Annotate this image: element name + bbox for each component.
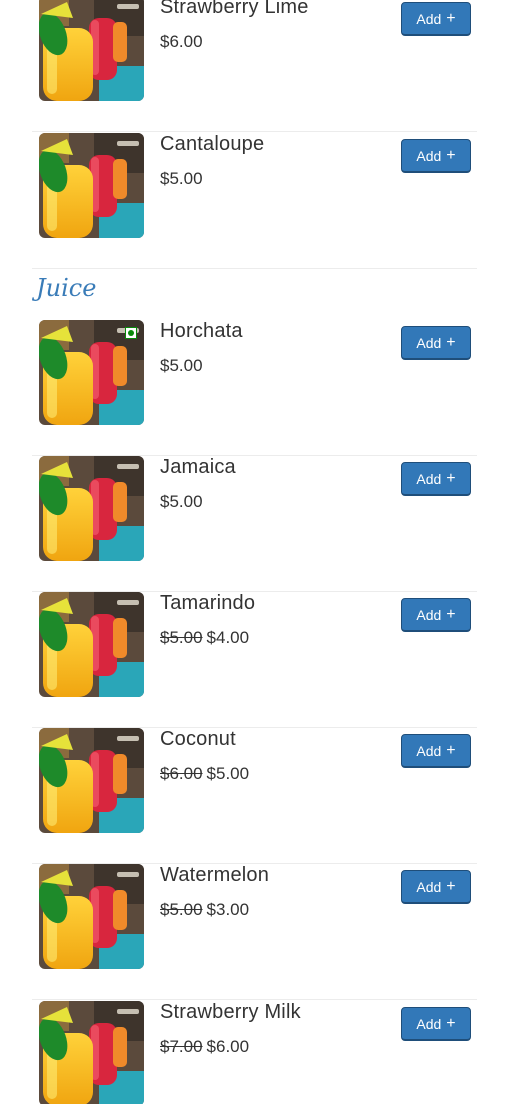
- item-name: Watermelon: [160, 864, 270, 886]
- item-price: $6.00: [160, 32, 203, 52]
- item-current-price: $6.00: [206, 1037, 250, 1056]
- item-price: $7.00 $6.00: [160, 1037, 249, 1057]
- item-thumbnail[interactable]: [39, 320, 144, 425]
- item-price: $6.00 $5.00: [160, 764, 249, 784]
- item-thumbnail[interactable]: [39, 1001, 144, 1104]
- shop-logo: [117, 141, 139, 146]
- item-price: $5.00: [160, 169, 203, 189]
- item-name: Strawberry Milk: [160, 1001, 301, 1023]
- drink-photo: [39, 133, 144, 238]
- menu-item: Watermelon $5.00 $3.00 Add +: [32, 864, 477, 1000]
- item-current-price: $4.00: [206, 628, 250, 647]
- orange-drink: [113, 618, 127, 658]
- item-old-price: $7.00: [160, 1037, 203, 1056]
- orange-drink: [113, 22, 127, 62]
- plus-icon: +: [446, 877, 456, 895]
- orange-drink: [113, 346, 127, 386]
- item-current-price: $5.00: [160, 169, 203, 188]
- add-button[interactable]: Add +: [401, 2, 471, 36]
- veg-icon: [125, 327, 137, 339]
- menu-item: Jamaica $5.00 Add +: [32, 456, 477, 592]
- shop-logo: [117, 872, 139, 877]
- add-button-label: Add: [416, 10, 442, 27]
- drink-photo: [39, 592, 144, 697]
- item-name: Jamaica: [160, 456, 236, 478]
- item-thumbnail[interactable]: [39, 864, 144, 969]
- add-button-label: Add: [416, 606, 442, 623]
- item-current-price: $5.00: [160, 492, 203, 511]
- menu-item: Strawberry Milk $7.00 $6.00 Add +: [32, 1001, 477, 1104]
- add-button[interactable]: Add +: [401, 598, 471, 632]
- add-button[interactable]: Add +: [401, 1007, 471, 1041]
- item-old-price: $5.00: [160, 900, 203, 919]
- orange-drink: [113, 1027, 127, 1067]
- orange-drink: [113, 754, 127, 794]
- add-button-label: Add: [416, 742, 442, 759]
- item-name: Horchata: [160, 320, 243, 342]
- menu-item: Strawberry Lime $6.00 Add +: [32, 0, 477, 132]
- add-button[interactable]: Add +: [401, 734, 471, 768]
- menu-item: Coconut $6.00 $5.00 Add +: [32, 728, 477, 864]
- item-thumbnail[interactable]: [39, 133, 144, 238]
- plus-icon: +: [446, 741, 456, 759]
- drink-photo: [39, 0, 144, 101]
- item-price: $5.00 $3.00: [160, 900, 249, 920]
- add-button-label: Add: [416, 470, 442, 487]
- menu-item: Horchata $5.00 Add +: [32, 320, 477, 456]
- add-button-label: Add: [416, 334, 442, 351]
- add-button[interactable]: Add +: [401, 139, 471, 173]
- plus-icon: +: [446, 1014, 456, 1032]
- plus-icon: +: [446, 333, 456, 351]
- item-price: $5.00 $4.00: [160, 628, 249, 648]
- plus-icon: +: [446, 469, 456, 487]
- item-current-price: $5.00: [160, 356, 203, 375]
- add-button-label: Add: [416, 878, 442, 895]
- add-button[interactable]: Add +: [401, 326, 471, 360]
- item-name: Strawberry Lime: [160, 0, 309, 18]
- shop-logo: [117, 4, 139, 9]
- item-price: $5.00: [160, 492, 203, 512]
- drink-photo: [39, 1001, 144, 1104]
- shop-logo: [117, 464, 139, 469]
- menu-item: Tamarindo $5.00 $4.00 Add +: [32, 592, 477, 728]
- shop-logo: [117, 600, 139, 605]
- add-button[interactable]: Add +: [401, 870, 471, 904]
- shop-logo: [117, 736, 139, 741]
- item-current-price: $6.00: [160, 32, 203, 51]
- orange-drink: [113, 890, 127, 930]
- plus-icon: +: [446, 9, 456, 27]
- drink-photo: [39, 456, 144, 561]
- orange-drink: [113, 159, 127, 199]
- drink-photo: [39, 728, 144, 833]
- item-old-price: $5.00: [160, 628, 203, 647]
- item-price: $5.00: [160, 356, 203, 376]
- add-button-label: Add: [416, 1015, 442, 1032]
- item-old-price: $6.00: [160, 764, 203, 783]
- item-thumbnail[interactable]: [39, 0, 144, 101]
- add-button[interactable]: Add +: [401, 462, 471, 496]
- item-name: Coconut: [160, 728, 236, 750]
- add-button-label: Add: [416, 147, 442, 164]
- item-name: Tamarindo: [160, 592, 256, 614]
- plus-icon: +: [446, 146, 456, 164]
- plus-icon: +: [446, 605, 456, 623]
- menu-page: Strawberry Lime $6.00 Add + Cantaloupe $5…: [0, 0, 505, 1104]
- shop-logo: [117, 1009, 139, 1014]
- section-title: Juice: [36, 274, 97, 302]
- item-thumbnail[interactable]: [39, 728, 144, 833]
- item-thumbnail[interactable]: [39, 592, 144, 697]
- item-name: Cantaloupe: [160, 133, 265, 155]
- orange-drink: [113, 482, 127, 522]
- item-current-price: $5.00: [206, 764, 250, 783]
- item-current-price: $3.00: [206, 900, 250, 919]
- menu-item: Cantaloupe $5.00 Add +: [32, 133, 477, 269]
- item-thumbnail[interactable]: [39, 456, 144, 561]
- drink-photo: [39, 864, 144, 969]
